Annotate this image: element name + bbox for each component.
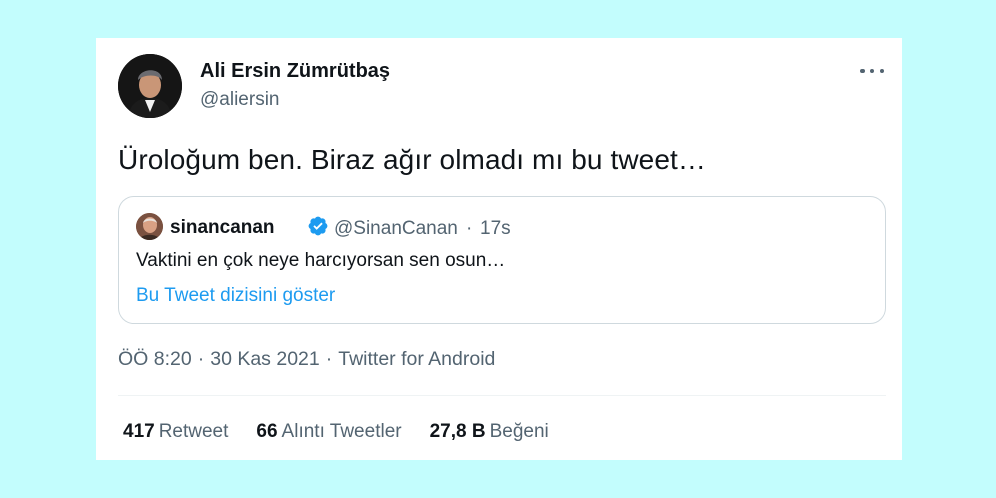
stat-label: Beğeni (489, 421, 549, 442)
dot (879, 68, 884, 74)
verified-badge-icon (308, 216, 328, 236)
quoted-tweet[interactable]: sinancanan @SinanCanan · 17s Vaktini en … (118, 196, 886, 324)
author-handle[interactable]: @aliersin (200, 89, 279, 111)
dot (860, 68, 865, 74)
more-options-icon[interactable] (860, 64, 884, 78)
tweet-meta: ÖÖ 8:20 · 30 Kas 2021 · Twitter for Android (118, 348, 495, 371)
author-name[interactable]: Ali Ersin Zümrütbaş (200, 60, 390, 83)
separator-dot: · (197, 348, 205, 370)
stat-value: 66 (256, 421, 278, 442)
stat-value: 417 (123, 421, 155, 442)
quoted-author-handle[interactable]: @SinanCanan (334, 218, 458, 240)
quote-tweet-count[interactable]: 66 Alıntı Tweetler (256, 421, 401, 443)
separator-dot: · (325, 348, 333, 370)
dot (869, 68, 875, 74)
stat-label: Retweet (158, 421, 229, 442)
quoted-text: Vaktini en çok neye harcıyorsan sen osun… (136, 250, 506, 271)
like-count[interactable]: 27,8 B Beğeni (430, 421, 549, 443)
stat-label: Alıntı Tweetler (281, 421, 402, 442)
tweet-card: Ali Ersin Zümrütbaş @aliersin Üroloğum b… (96, 38, 902, 460)
stat-value: 27,8 B (429, 421, 486, 442)
tweet-source[interactable]: Twitter for Android (338, 348, 495, 370)
author-avatar[interactable] (118, 54, 182, 118)
tweet-text: Üroloğum ben. Biraz ağır olmadı mı bu tw… (118, 144, 706, 175)
quoted-author-avatar[interactable] (136, 213, 163, 240)
separator-dot: · (466, 218, 473, 239)
retweet-count[interactable]: 417 Retweet (123, 421, 228, 443)
tweet-time[interactable]: ÖÖ 8:20 (118, 348, 192, 370)
profile-photo-icon (136, 213, 163, 240)
tweet-stats: 417 Retweet 66 Alıntı Tweetler 27,8 B Beğen… (123, 421, 549, 443)
show-thread-link[interactable]: Bu Tweet dizisini göster (136, 285, 335, 307)
quoted-author-name[interactable]: sinancanan (170, 217, 275, 239)
quoted-time[interactable]: 17s (480, 218, 511, 240)
divider (118, 395, 886, 396)
tweet-date[interactable]: 30 Kas 2021 (210, 348, 320, 370)
profile-photo-icon (118, 54, 182, 118)
